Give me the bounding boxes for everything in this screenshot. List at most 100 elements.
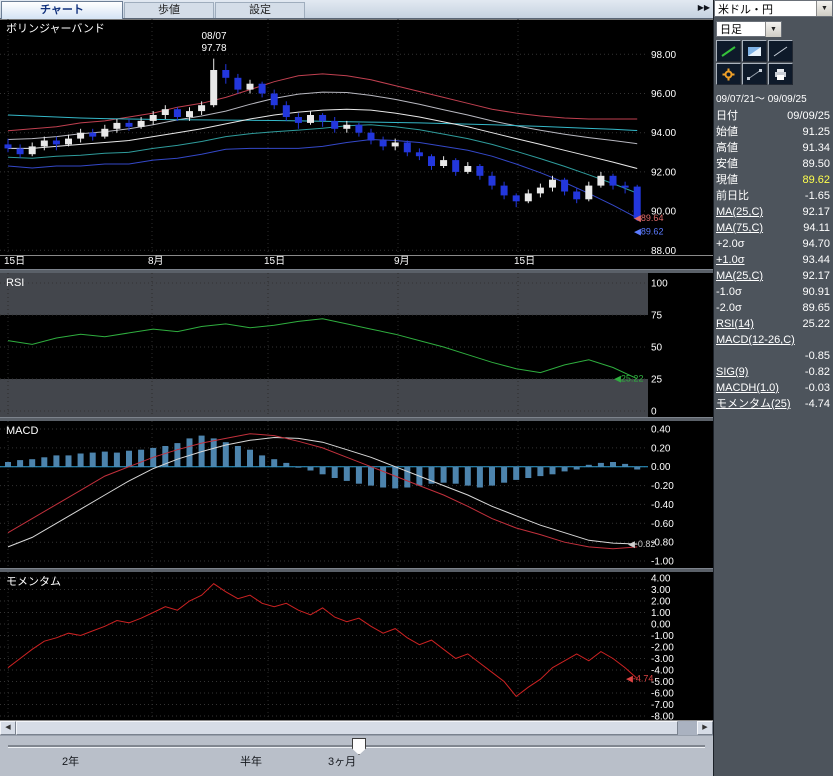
period-label[interactable]: 2年: [62, 753, 79, 769]
y-tick-label: -8.00: [651, 711, 674, 720]
panel-title: ボリンジャーバンド: [6, 22, 105, 35]
quote-row: 高値91.34: [714, 140, 833, 156]
quote-value: 94.70: [802, 236, 830, 252]
y-tick-label: 0.20: [651, 443, 671, 454]
quote-row: モメンタム(25) -4.74: [714, 396, 833, 412]
quote-panel: 米ドル・円 ▼ 日足 ▼: [713, 0, 833, 776]
quote-row: 前日比 -1.65: [714, 188, 833, 204]
quote-label: 高値: [716, 140, 738, 156]
quote-value: 94.11: [803, 220, 830, 236]
quote-row: -2.0σ89.65: [714, 300, 833, 316]
peak-price-annotation: 97.78: [201, 43, 226, 54]
chart-column: チャート 歩値 設定 ▶▶ 98.0096.0094.0092.0090.008…: [0, 0, 713, 776]
fx-chart-window: チャート 歩値 設定 ▶▶ 98.0096.0094.0092.0090.008…: [0, 0, 833, 776]
line-icon: [772, 45, 789, 58]
tab-chart[interactable]: チャート: [1, 1, 123, 19]
x-axis-tick-label: 8月: [148, 256, 164, 268]
series-line: [8, 318, 637, 378]
paint-icon: [746, 45, 763, 58]
chevron-down-icon[interactable]: ▼: [765, 22, 781, 37]
quote-value: -1.65: [805, 188, 830, 204]
quote-label[interactable]: SIG(9): [716, 364, 748, 380]
tab-tick[interactable]: 歩値: [124, 2, 214, 18]
y-tick-label: -0.60: [651, 519, 674, 530]
overbought-oversold-band: [0, 273, 648, 315]
quote-label[interactable]: MA(25,C): [716, 268, 763, 284]
symbol-select-value: 米ドル・円: [715, 1, 816, 17]
panel-title: MACD: [6, 425, 38, 437]
quote-value: 09/09/25: [787, 108, 830, 124]
y-tick-label: 50: [651, 342, 663, 353]
y-tick-label: 25: [651, 374, 663, 385]
quote-row: +2.0σ 94.70: [714, 236, 833, 252]
bollinger-chart[interactable]: 98.0096.0094.0092.0090.0088.0008/0797.78…: [0, 19, 713, 255]
quote-row: 日付 09/09/25: [714, 108, 833, 124]
quote-value: -4.74: [805, 396, 830, 412]
quote-label: 前日比: [716, 188, 749, 204]
tab-settings[interactable]: 設定: [215, 2, 305, 18]
y-tick-label: 100: [651, 278, 668, 289]
quote-value: -0.85: [805, 348, 830, 364]
trendline-tool-button[interactable]: [716, 40, 741, 62]
y-tick-label: -1.00: [651, 631, 674, 642]
quote-label[interactable]: MA(25,C): [716, 204, 763, 220]
x-axis-tick-label: 15日: [264, 256, 285, 268]
quote-label[interactable]: MACD(12-26,C): [716, 332, 795, 348]
timeframe-select[interactable]: 日足 ▼: [716, 21, 782, 37]
momentum-chart[interactable]: 4.003.002.001.000.00-1.00-2.00-3.00-4.00…: [0, 572, 713, 720]
period-label[interactable]: 半年: [240, 753, 262, 769]
y-tick-label: -0.20: [651, 481, 674, 492]
quote-label: 日付: [716, 108, 738, 124]
quote-value: -0.03: [805, 380, 830, 396]
print-button[interactable]: [768, 63, 793, 85]
quote-label[interactable]: モメンタム(25): [716, 396, 791, 412]
quote-label: +2.0σ: [716, 236, 745, 252]
quote-value: 93.44: [802, 252, 830, 268]
quote-label[interactable]: MA(75,C): [716, 220, 763, 236]
quote-row: MA(25,C)92.17: [714, 268, 833, 284]
period-label[interactable]: 3ヶ月: [328, 753, 356, 769]
horizontal-scrollbar[interactable]: ◀ ▶: [0, 720, 713, 735]
macd-histogram: [5, 436, 640, 489]
chevron-down-icon[interactable]: ▼: [816, 1, 832, 16]
line-tool-button[interactable]: [768, 40, 793, 62]
date-range-label: 09/07/21～ 09/09/25: [714, 85, 833, 108]
y-tick-label: 1.00: [651, 608, 671, 619]
last-value-marker: ◀-0.82: [628, 539, 655, 549]
quote-value: 91.25: [802, 124, 830, 140]
series-line: [8, 583, 637, 696]
quote-row: 現値89.62: [714, 172, 833, 188]
trendline-icon: [720, 45, 737, 58]
y-tick-label: 94.00: [651, 128, 676, 139]
paint-tool-button[interactable]: [742, 40, 767, 62]
y-tick-label: 98.00: [651, 50, 676, 61]
series-line: [8, 434, 637, 549]
y-tick-label: -1.00: [651, 557, 674, 568]
gridlines: [0, 19, 648, 255]
quote-label[interactable]: +1.0σ: [716, 252, 745, 268]
y-tick-label: -3.00: [651, 654, 674, 665]
diagonal-line-tool-button[interactable]: [742, 63, 767, 85]
fast-forward-icon[interactable]: ▶▶: [698, 3, 710, 13]
series-line: [8, 140, 637, 218]
quote-label: -1.0σ: [716, 284, 742, 300]
printer-icon: [772, 68, 789, 81]
chart-settings-button[interactable]: [716, 63, 741, 85]
macd-chart[interactable]: 0.400.200.00-0.20-0.40-0.60-0.80-1.00◀-0…: [0, 421, 713, 567]
y-tick-label: 88.00: [651, 246, 676, 255]
quote-label[interactable]: MACDH(1.0): [716, 380, 779, 396]
gridlines: [0, 572, 648, 720]
scrollbar-thumb[interactable]: [16, 721, 678, 735]
symbol-select[interactable]: 米ドル・円 ▼: [714, 0, 833, 17]
scroll-left-icon[interactable]: ◀: [0, 721, 16, 735]
x-axis-labels: 15日8月15日9月15日: [0, 255, 713, 269]
y-tick-label: -5.00: [651, 677, 674, 688]
rsi-chart[interactable]: 1007550250◀25.22RSI: [0, 273, 713, 418]
y-tick-label: -0.40: [651, 500, 674, 511]
y-tick-label: -6.00: [651, 688, 674, 699]
y-tick-label: -2.00: [651, 642, 674, 653]
scroll-right-icon[interactable]: ▶: [697, 721, 713, 735]
quote-label[interactable]: RSI(14): [716, 316, 754, 332]
quote-row: -0.85: [714, 348, 833, 364]
scrollbar-track[interactable]: [678, 721, 697, 735]
